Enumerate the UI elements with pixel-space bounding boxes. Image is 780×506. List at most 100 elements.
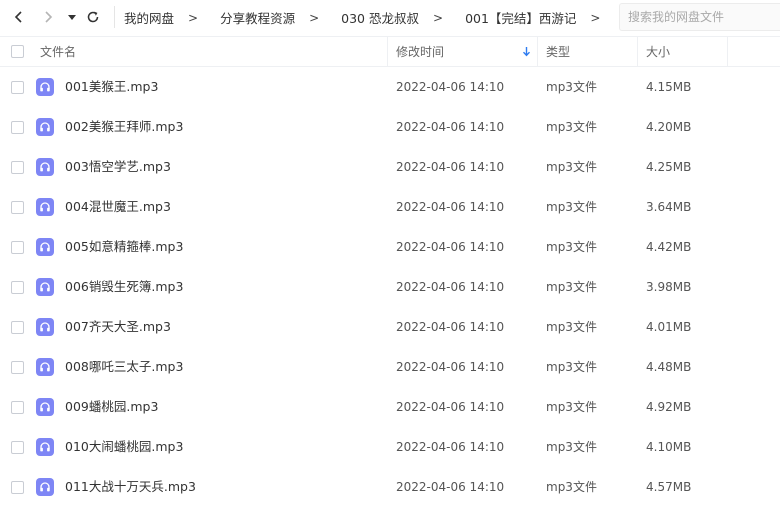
audio-file-icon <box>36 398 54 416</box>
audio-file-icon <box>36 158 54 176</box>
file-name[interactable]: 008哪吒三太子.mp3 <box>65 347 183 387</box>
file-name[interactable]: 004混世魔王.mp3 <box>65 187 171 227</box>
row-checkbox[interactable] <box>11 281 24 294</box>
file-size: 4.25MB <box>646 160 692 174</box>
file-name[interactable]: 009蟠桃园.mp3 <box>65 387 158 427</box>
file-modified: 2022-04-06 14:10 <box>396 200 505 214</box>
file-row[interactable]: 001美猴王.mp3 2022-04-06 14:10 mp3文件 4.15MB <box>0 67 780 107</box>
file-name[interactable]: 011大战十万天兵.mp3 <box>65 467 196 506</box>
headphones-icon <box>40 442 50 452</box>
column-header-size[interactable]: 大小 <box>646 37 670 66</box>
column-header-modified[interactable]: 修改时间 <box>396 37 444 66</box>
search-box[interactable] <box>619 3 780 31</box>
history-dropdown-button[interactable] <box>63 6 81 28</box>
column-divider[interactable] <box>387 37 388 66</box>
file-type: mp3文件 <box>546 480 597 494</box>
file-list: 001美猴王.mp3 2022-04-06 14:10 mp3文件 4.15MB 002… <box>0 67 780 506</box>
file-name[interactable]: 010大闹蟠桃园.mp3 <box>65 427 183 467</box>
column-divider[interactable] <box>727 37 728 66</box>
row-checkbox[interactable] <box>11 481 24 494</box>
file-type: mp3文件 <box>546 80 597 94</box>
audio-file-icon <box>36 478 54 496</box>
breadcrumb-item[interactable]: 我的网盘 <box>114 8 174 27</box>
column-divider[interactable] <box>537 37 538 66</box>
file-row[interactable]: 008哪吒三太子.mp3 2022-04-06 14:10 mp3文件 4.48MB <box>0 347 780 387</box>
file-modified: 2022-04-06 14:10 <box>396 360 505 374</box>
table-header: 文件名 修改时间 类型 大小 <box>0 36 780 67</box>
file-row[interactable]: 011大战十万天兵.mp3 2022-04-06 14:10 mp3文件 4.57MB <box>0 467 780 506</box>
file-type: mp3文件 <box>546 360 597 374</box>
file-row[interactable]: 006销毁生死簿.mp3 2022-04-06 14:10 mp3文件 3.98MB <box>0 267 780 307</box>
refresh-button[interactable] <box>82 6 104 28</box>
audio-file-icon <box>36 198 54 216</box>
file-modified: 2022-04-06 14:10 <box>396 280 505 294</box>
file-row[interactable]: 007齐天大圣.mp3 2022-04-06 14:10 mp3文件 4.01MB <box>0 307 780 347</box>
select-all-cell <box>11 37 24 66</box>
column-divider[interactable] <box>637 37 638 66</box>
file-type: mp3文件 <box>546 240 597 254</box>
file-name[interactable]: 001美猴王.mp3 <box>65 67 158 107</box>
search-input[interactable] <box>620 4 780 30</box>
file-size: 3.98MB <box>646 280 692 294</box>
column-header-type[interactable]: 类型 <box>546 37 570 66</box>
forward-button[interactable] <box>37 6 59 28</box>
file-type: mp3文件 <box>546 200 597 214</box>
row-checkbox[interactable] <box>11 81 24 94</box>
file-modified: 2022-04-06 14:10 <box>396 80 505 94</box>
file-name[interactable]: 002美猴王拜师.mp3 <box>65 107 183 147</box>
file-size: 3.64MB <box>646 200 692 214</box>
file-row[interactable]: 002美猴王拜师.mp3 2022-04-06 14:10 mp3文件 4.20MB <box>0 107 780 147</box>
select-all-checkbox[interactable] <box>11 45 24 58</box>
back-button[interactable] <box>8 6 30 28</box>
toolbar: 我的网盘 > 分享教程资源 >030 恐龙叔叔 >001【完结】西游记 > <box>0 0 780 35</box>
row-checkbox[interactable] <box>11 201 24 214</box>
row-checkbox[interactable] <box>11 321 24 334</box>
file-modified: 2022-04-06 14:10 <box>396 480 505 494</box>
breadcrumb-item[interactable]: 030 恐龙叔叔 <box>331 8 419 27</box>
file-name[interactable]: 007齐天大圣.mp3 <box>65 307 171 347</box>
audio-file-icon <box>36 358 54 376</box>
arrow-down-icon <box>522 47 531 57</box>
breadcrumb: 我的网盘 > 分享教程资源 >030 恐龙叔叔 >001【完结】西游记 > <box>114 0 614 35</box>
row-checkbox[interactable] <box>11 161 24 174</box>
headphones-icon <box>40 122 50 132</box>
file-row[interactable]: 004混世魔王.mp3 2022-04-06 14:10 mp3文件 3.64MB <box>0 187 780 227</box>
file-name[interactable]: 006销毁生死簿.mp3 <box>65 267 183 307</box>
file-size: 4.48MB <box>646 360 692 374</box>
file-row[interactable]: 010大闹蟠桃园.mp3 2022-04-06 14:10 mp3文件 4.10MB <box>0 427 780 467</box>
chevron-right-icon <box>45 11 53 23</box>
caret-down-icon <box>68 15 76 20</box>
breadcrumb-item[interactable]: 001【完结】西游记 <box>455 8 576 27</box>
column-header-name[interactable]: 文件名 <box>40 37 76 66</box>
headphones-icon <box>40 322 50 332</box>
file-row[interactable]: 009蟠桃园.mp3 2022-04-06 14:10 mp3文件 4.92MB <box>0 387 780 427</box>
row-checkbox[interactable] <box>11 401 24 414</box>
headphones-icon <box>40 82 50 92</box>
headphones-icon <box>40 362 50 372</box>
file-type: mp3文件 <box>546 160 597 174</box>
audio-file-icon <box>36 278 54 296</box>
file-modified: 2022-04-06 14:10 <box>396 120 505 134</box>
headphones-icon <box>40 242 50 252</box>
file-row[interactable]: 005如意精箍棒.mp3 2022-04-06 14:10 mp3文件 4.42MB <box>0 227 780 267</box>
breadcrumb-separator: > <box>309 10 320 25</box>
file-size: 4.92MB <box>646 400 692 414</box>
file-row[interactable]: 003悟空学艺.mp3 2022-04-06 14:10 mp3文件 4.25MB <box>0 147 780 187</box>
row-checkbox[interactable] <box>11 241 24 254</box>
file-name[interactable]: 003悟空学艺.mp3 <box>65 147 171 187</box>
file-modified: 2022-04-06 14:10 <box>396 320 505 334</box>
audio-file-icon <box>36 78 54 96</box>
chevron-left-icon <box>14 11 22 23</box>
file-modified: 2022-04-06 14:10 <box>396 440 505 454</box>
file-size: 4.01MB <box>646 320 692 334</box>
file-size: 4.42MB <box>646 240 692 254</box>
row-checkbox[interactable] <box>11 361 24 374</box>
breadcrumb-item[interactable]: 分享教程资源 <box>210 8 295 27</box>
row-checkbox[interactable] <box>11 121 24 134</box>
file-name[interactable]: 005如意精箍棒.mp3 <box>65 227 183 267</box>
headphones-icon <box>40 162 50 172</box>
row-checkbox[interactable] <box>11 441 24 454</box>
headphones-icon <box>40 282 50 292</box>
file-type: mp3文件 <box>546 440 597 454</box>
file-type: mp3文件 <box>546 120 597 134</box>
